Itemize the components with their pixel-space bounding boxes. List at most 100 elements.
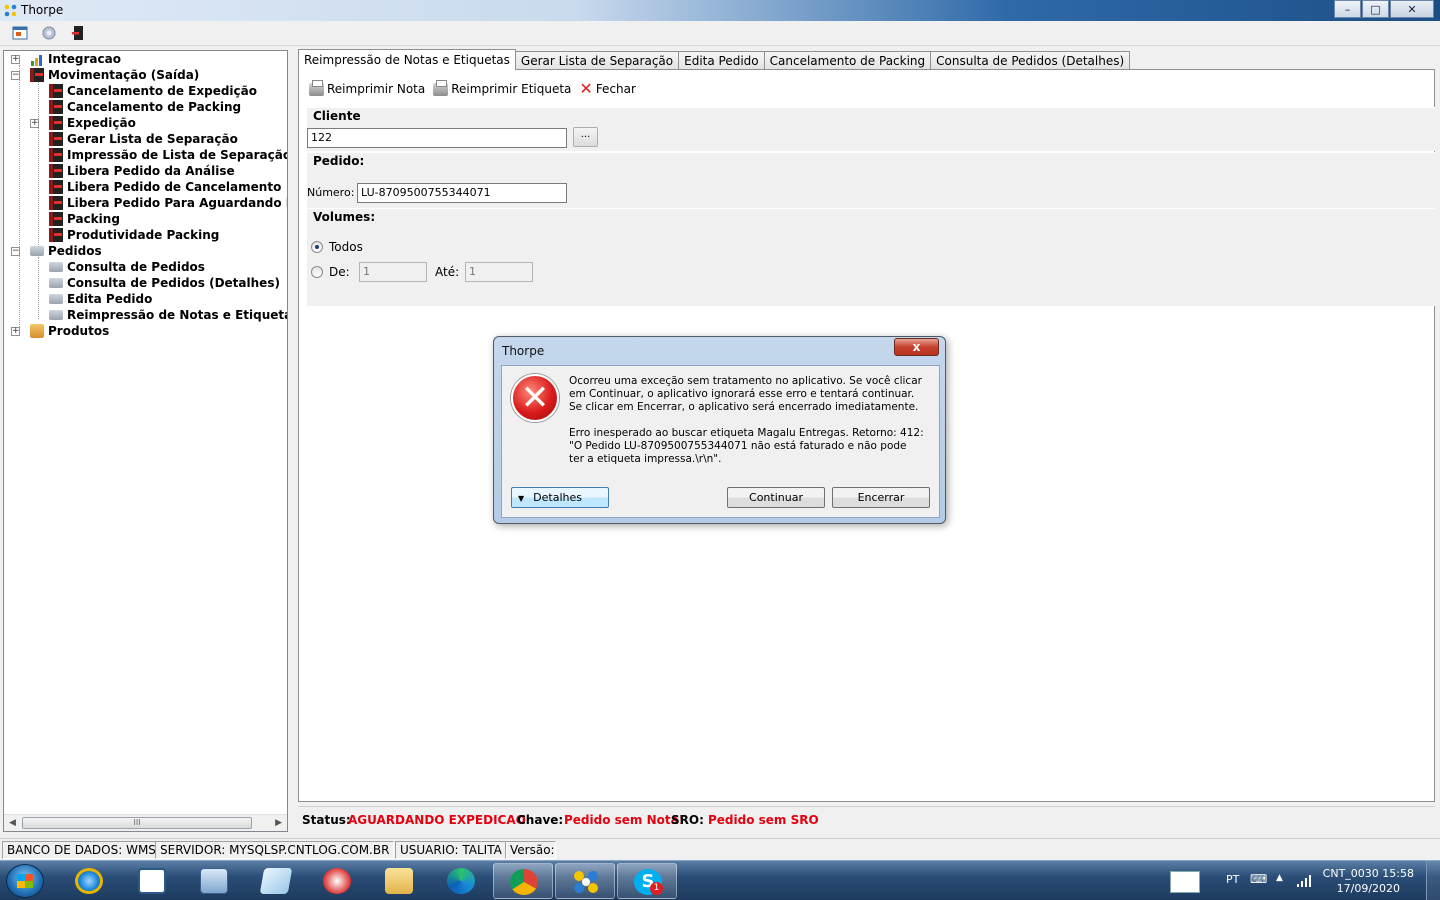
thorpe-app-icon — [574, 871, 598, 893]
taskbar-snipping-tool[interactable] — [307, 863, 367, 899]
sro-label: SRO: — [671, 813, 704, 827]
ate-input[interactable]: 1 — [465, 262, 533, 282]
box-icon — [30, 324, 44, 338]
taskbar-notes-app[interactable] — [246, 863, 306, 899]
tab-gerar-lista[interactable]: Gerar Lista de Separação — [514, 51, 680, 70]
todos-radio[interactable] — [311, 241, 323, 253]
cliente-input[interactable]: 122 — [307, 128, 567, 148]
numero-input[interactable]: LU-8709500755344071 — [357, 183, 567, 203]
notepad-signature-icon[interactable] — [1170, 871, 1200, 893]
tree-horizontal-scrollbar[interactable]: ◀ III ▶ — [4, 814, 287, 831]
error-dialog: Thorpe x ✕ Ocorreu uma exceção sem trata… — [493, 336, 946, 524]
tree-item-integracao[interactable]: Integracao — [48, 51, 121, 67]
exit-icon — [49, 148, 63, 162]
details-label: Detalhes — [533, 491, 582, 504]
network-computer-icon — [200, 868, 228, 894]
taskbar-edge[interactable] — [431, 863, 491, 899]
navigation-tree: + Integracao − Movimentação (Saída) Canc… — [4, 51, 287, 815]
keyboard-icon[interactable]: ⌨ — [1250, 872, 1267, 886]
tree-item-consulta-pedidos[interactable]: Consulta de Pedidos — [67, 259, 205, 275]
minimize-button[interactable]: – — [1334, 0, 1361, 18]
cliente-title: Cliente — [313, 109, 361, 123]
tree-item-consulta-detalhes[interactable]: Consulta de Pedidos (Detalhes) — [67, 275, 280, 291]
cliente-browse-button[interactable]: ... — [573, 127, 598, 147]
tab-consulta-detalhes[interactable]: Consulta de Pedidos (Detalhes) — [930, 51, 1131, 70]
status-value: AGUARDANDO EXPEDICAO — [348, 813, 526, 827]
navigation-tree-panel: + Integracao − Movimentação (Saída) Canc… — [3, 50, 288, 832]
expand-integracao-toggle[interactable]: + — [11, 55, 20, 64]
tree-item-produtividade[interactable]: Produtividade Packing — [67, 227, 219, 243]
language-indicator[interactable]: PT — [1226, 873, 1239, 886]
start-button[interactable] — [6, 864, 44, 898]
reprint-note-button[interactable]: Reimprimir Nota — [309, 79, 426, 96]
tree-item-reimpressao[interactable]: Reimpressão de Notas e Etiquetas — [67, 307, 287, 323]
tab-edita-pedido[interactable]: Edita Pedido — [678, 51, 765, 70]
expand-expedicao-toggle[interactable]: + — [30, 119, 39, 128]
quit-button[interactable]: Encerrar — [832, 487, 930, 508]
system-tray: PT ⌨ ▲ CNT_0030 15:58 17/09/2020 — [1140, 861, 1440, 900]
show-desktop-button[interactable] — [1426, 861, 1440, 900]
exit-icon[interactable] — [70, 25, 86, 41]
settings-gear-icon[interactable] — [41, 25, 57, 41]
tree-item-edita-pedido[interactable]: Edita Pedido — [67, 291, 152, 307]
tree-item-libera-cancelamento[interactable]: Libera Pedido de Cancelamento — [67, 179, 281, 195]
scroll-left-arrow-icon[interactable]: ◀ — [9, 818, 16, 828]
tray-clock[interactable]: CNT_0030 15:58 17/09/2020 — [1323, 866, 1414, 896]
dialog-body: ✕ Ocorreu uma exceção sem tratamento no … — [501, 365, 940, 518]
collapse-pedidos-toggle[interactable]: − — [11, 247, 20, 256]
de-input[interactable]: 1 — [359, 262, 427, 282]
taskbar-network-app[interactable] — [184, 863, 244, 899]
tab-reimpressao[interactable]: Reimpressão de Notas e Etiquetas — [298, 49, 516, 70]
tree-item-pedidos[interactable]: Pedidos — [48, 243, 102, 259]
tree-item-libera-aguardando[interactable]: Libera Pedido Para Aguardando Exped — [67, 195, 287, 211]
tree-item-libera-analise[interactable]: Libera Pedido da Análise — [67, 163, 235, 179]
details-button[interactable]: ▼ Detalhes — [511, 487, 609, 508]
close-form-button[interactable]: ✕ Fechar — [579, 81, 636, 97]
reprint-note-label: Reimprimir Nota — [327, 82, 426, 96]
tree-item-cancelamento-expedicao[interactable]: Cancelamento de Expedição — [67, 83, 257, 99]
scroll-thumb[interactable]: III — [22, 817, 252, 829]
tab-cancelamento-packing[interactable]: Cancelamento de Packing — [763, 51, 932, 70]
exit-icon — [49, 164, 63, 178]
taskbar-app-window[interactable] — [122, 863, 182, 899]
tree-item-gerar-lista[interactable]: Gerar Lista de Separação — [67, 131, 238, 147]
tree-item-cancelamento-packing[interactable]: Cancelamento de Packing — [67, 99, 241, 115]
network-signal-icon[interactable] — [1296, 874, 1312, 888]
taskbar-skype[interactable]: S 1 — [617, 863, 677, 899]
numero-label: Número: — [307, 186, 355, 199]
window-list-icon[interactable] — [12, 25, 28, 41]
cliente-group: Cliente 122 ... — [307, 107, 1435, 151]
de-radio[interactable] — [311, 266, 323, 278]
taskbar-chrome[interactable] — [493, 863, 553, 899]
tree-item-produtos[interactable]: Produtos — [48, 323, 109, 339]
edge-browser-icon — [447, 868, 475, 894]
window-title: Thorpe — [21, 3, 64, 17]
tree-item-movimentacao[interactable]: Movimentação (Saída) — [48, 67, 199, 83]
exit-icon — [30, 68, 44, 82]
tree-item-packing[interactable]: Packing — [67, 211, 120, 227]
exit-icon — [49, 196, 63, 210]
show-hidden-icons-icon[interactable]: ▲ — [1276, 873, 1283, 883]
collapse-movimentacao-toggle[interactable]: − — [11, 71, 20, 80]
taskbar-internet-explorer[interactable] — [59, 863, 119, 899]
chevron-down-icon: ▼ — [518, 494, 525, 503]
continue-button[interactable]: Continuar — [727, 487, 825, 508]
exit-icon — [49, 100, 63, 114]
tree-item-impressao-lista[interactable]: Impressão de Lista de Separação — [67, 147, 287, 163]
reprint-label-button[interactable]: Reimprimir Etiqueta — [433, 79, 572, 96]
chart-icon — [31, 55, 42, 66]
close-window-button[interactable]: ✕ — [1390, 0, 1434, 18]
skype-badge: 1 — [650, 882, 663, 895]
server-status: SERVIDOR: MYSQLSP.CNTLOG.COM.BR — [155, 841, 395, 859]
maximize-button[interactable]: □ — [1362, 0, 1389, 18]
dialog-close-button[interactable]: x — [894, 338, 939, 356]
reprint-label-label: Reimprimir Etiqueta — [451, 82, 572, 96]
exit-icon — [49, 116, 63, 130]
expand-produtos-toggle[interactable]: + — [11, 327, 20, 336]
taskbar-file-explorer[interactable] — [369, 863, 429, 899]
exit-icon — [49, 228, 63, 242]
scroll-right-arrow-icon[interactable]: ▶ — [275, 818, 282, 828]
tree-item-expedicao[interactable]: Expedição — [67, 115, 136, 131]
taskbar-thorpe[interactable] — [555, 863, 615, 899]
pedido-title: Pedido: — [313, 154, 365, 168]
